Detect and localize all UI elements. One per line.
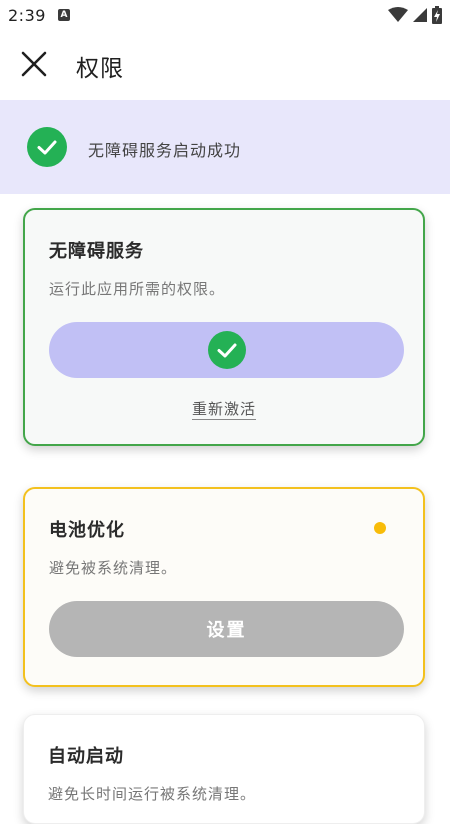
status-time: 2:39: [8, 6, 46, 25]
settings-button[interactable]: 设置: [49, 601, 404, 657]
wifi-icon: [388, 7, 408, 23]
card-title: 电池优化: [49, 520, 125, 541]
success-banner: 无障碍服务启动成功: [0, 100, 450, 194]
banner-text: 无障碍服务启动成功: [88, 141, 242, 160]
app-bar: 权限: [0, 32, 450, 100]
card-title: 无障碍服务: [49, 241, 144, 262]
card-description: 运行此应用所需的权限。: [49, 280, 226, 298]
status-dot: [374, 522, 386, 534]
signal-icon: [412, 7, 428, 23]
battery-optimization-card: 电池优化 避免被系统清理。 设置: [23, 487, 425, 687]
page-title: 权限: [76, 56, 124, 82]
check-circle-icon: [207, 331, 246, 369]
card-description: 避免长时间运行被系统清理。: [48, 785, 257, 803]
close-icon: [21, 51, 47, 81]
autostart-card: 自动启动 避免长时间运行被系统清理。: [23, 714, 425, 824]
card-title: 自动启动: [48, 746, 124, 767]
close-button[interactable]: [14, 46, 54, 86]
accessibility-enabled-button[interactable]: [49, 322, 404, 378]
status-bar: 2:39 A: [0, 0, 450, 32]
reactivate-link[interactable]: 重新激活: [191, 400, 256, 420]
accessibility-service-card: 无障碍服务 运行此应用所需的权限。 重新激活: [23, 208, 425, 446]
status-icons: [388, 6, 442, 24]
a-icon: A: [58, 9, 70, 21]
card-description: 避免被系统清理。: [49, 559, 178, 577]
check-circle-icon: [27, 127, 67, 167]
reactivate-link-row: 重新激活: [25, 398, 423, 420]
battery-charging-icon: [432, 6, 442, 24]
